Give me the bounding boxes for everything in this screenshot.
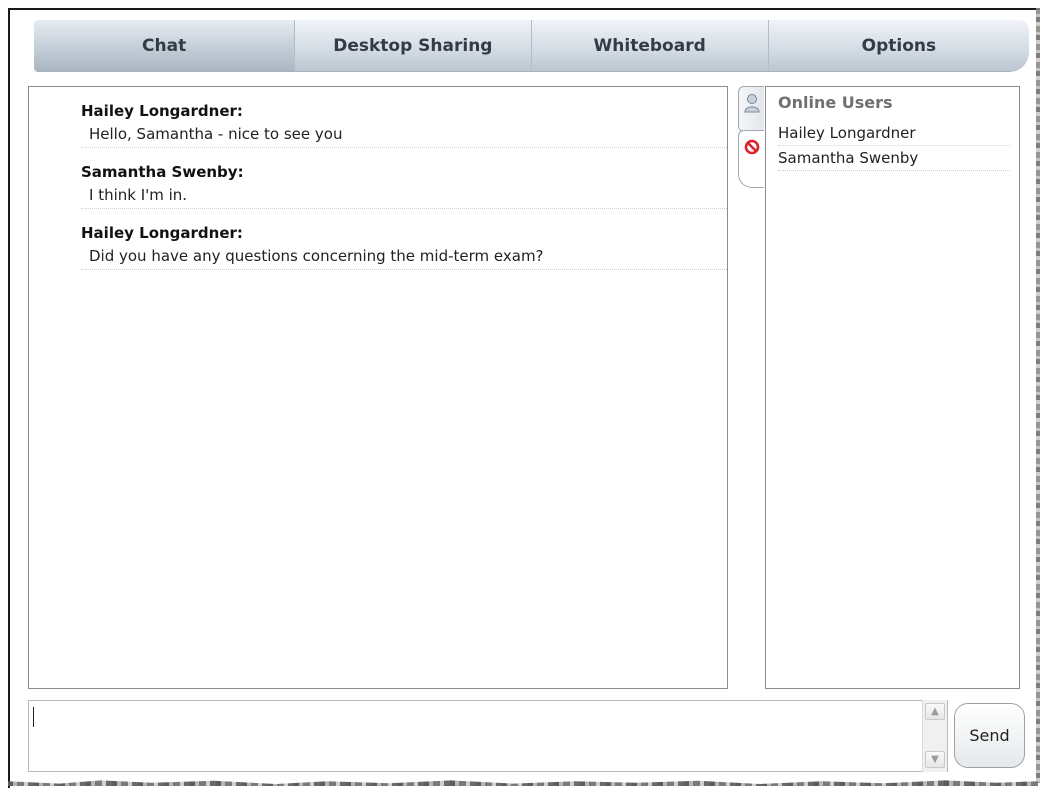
- message-input[interactable]: [28, 700, 948, 772]
- chat-message: Hailey Longardner: Did you have any ques…: [81, 221, 727, 270]
- main-tab-bar: Chat Desktop Sharing Whiteboard Options: [34, 20, 1029, 71]
- chevron-down-icon[interactable]: ▼: [925, 751, 945, 768]
- send-button[interactable]: Send: [954, 703, 1025, 768]
- message-sender: Samantha Swenby:: [81, 163, 244, 181]
- message-sender: Hailey Longardner:: [81, 224, 243, 242]
- window-frame-right-edge: [1036, 8, 1040, 783]
- chat-message: Samantha Swenby: I think I'm in.: [81, 160, 727, 209]
- message-text: I think I'm in.: [81, 184, 727, 209]
- chat-log[interactable]: Hailey Longardner: Hello, Samantha - nic…: [28, 86, 728, 689]
- tab-desktop-sharing[interactable]: Desktop Sharing: [295, 20, 532, 71]
- tab-chat[interactable]: Chat: [34, 20, 296, 71]
- user-icon: [744, 94, 760, 113]
- window-frame-bottom-edge: [8, 780, 1038, 786]
- chat-message: Hailey Longardner: Hello, Samantha - nic…: [81, 99, 727, 148]
- online-user-item[interactable]: Hailey Longardner: [778, 121, 1010, 146]
- tab-options[interactable]: Options: [768, 20, 1029, 71]
- online-users-tab[interactable]: [738, 86, 764, 132]
- window-frame-left: [8, 8, 10, 788]
- users-panel-tabs: [738, 86, 766, 196]
- message-text: Hello, Samantha - nice to see you: [81, 123, 727, 148]
- message-input-scrollbar[interactable]: ▲ ▼: [922, 700, 947, 772]
- no-entry-icon: [744, 139, 760, 155]
- blocked-users-tab[interactable]: [738, 130, 764, 188]
- text-caret: [33, 707, 34, 727]
- message-text: Did you have any questions concerning th…: [81, 245, 727, 270]
- online-users-panel: Online Users Hailey Longardner Samantha …: [765, 86, 1020, 689]
- online-user-item[interactable]: Samantha Swenby: [778, 146, 1010, 171]
- window-frame-top: [8, 8, 1040, 10]
- tab-whiteboard[interactable]: Whiteboard: [531, 20, 769, 71]
- message-sender: Hailey Longardner:: [81, 102, 243, 120]
- online-users-title: Online Users: [778, 93, 893, 112]
- chevron-up-icon[interactable]: ▲: [925, 703, 945, 720]
